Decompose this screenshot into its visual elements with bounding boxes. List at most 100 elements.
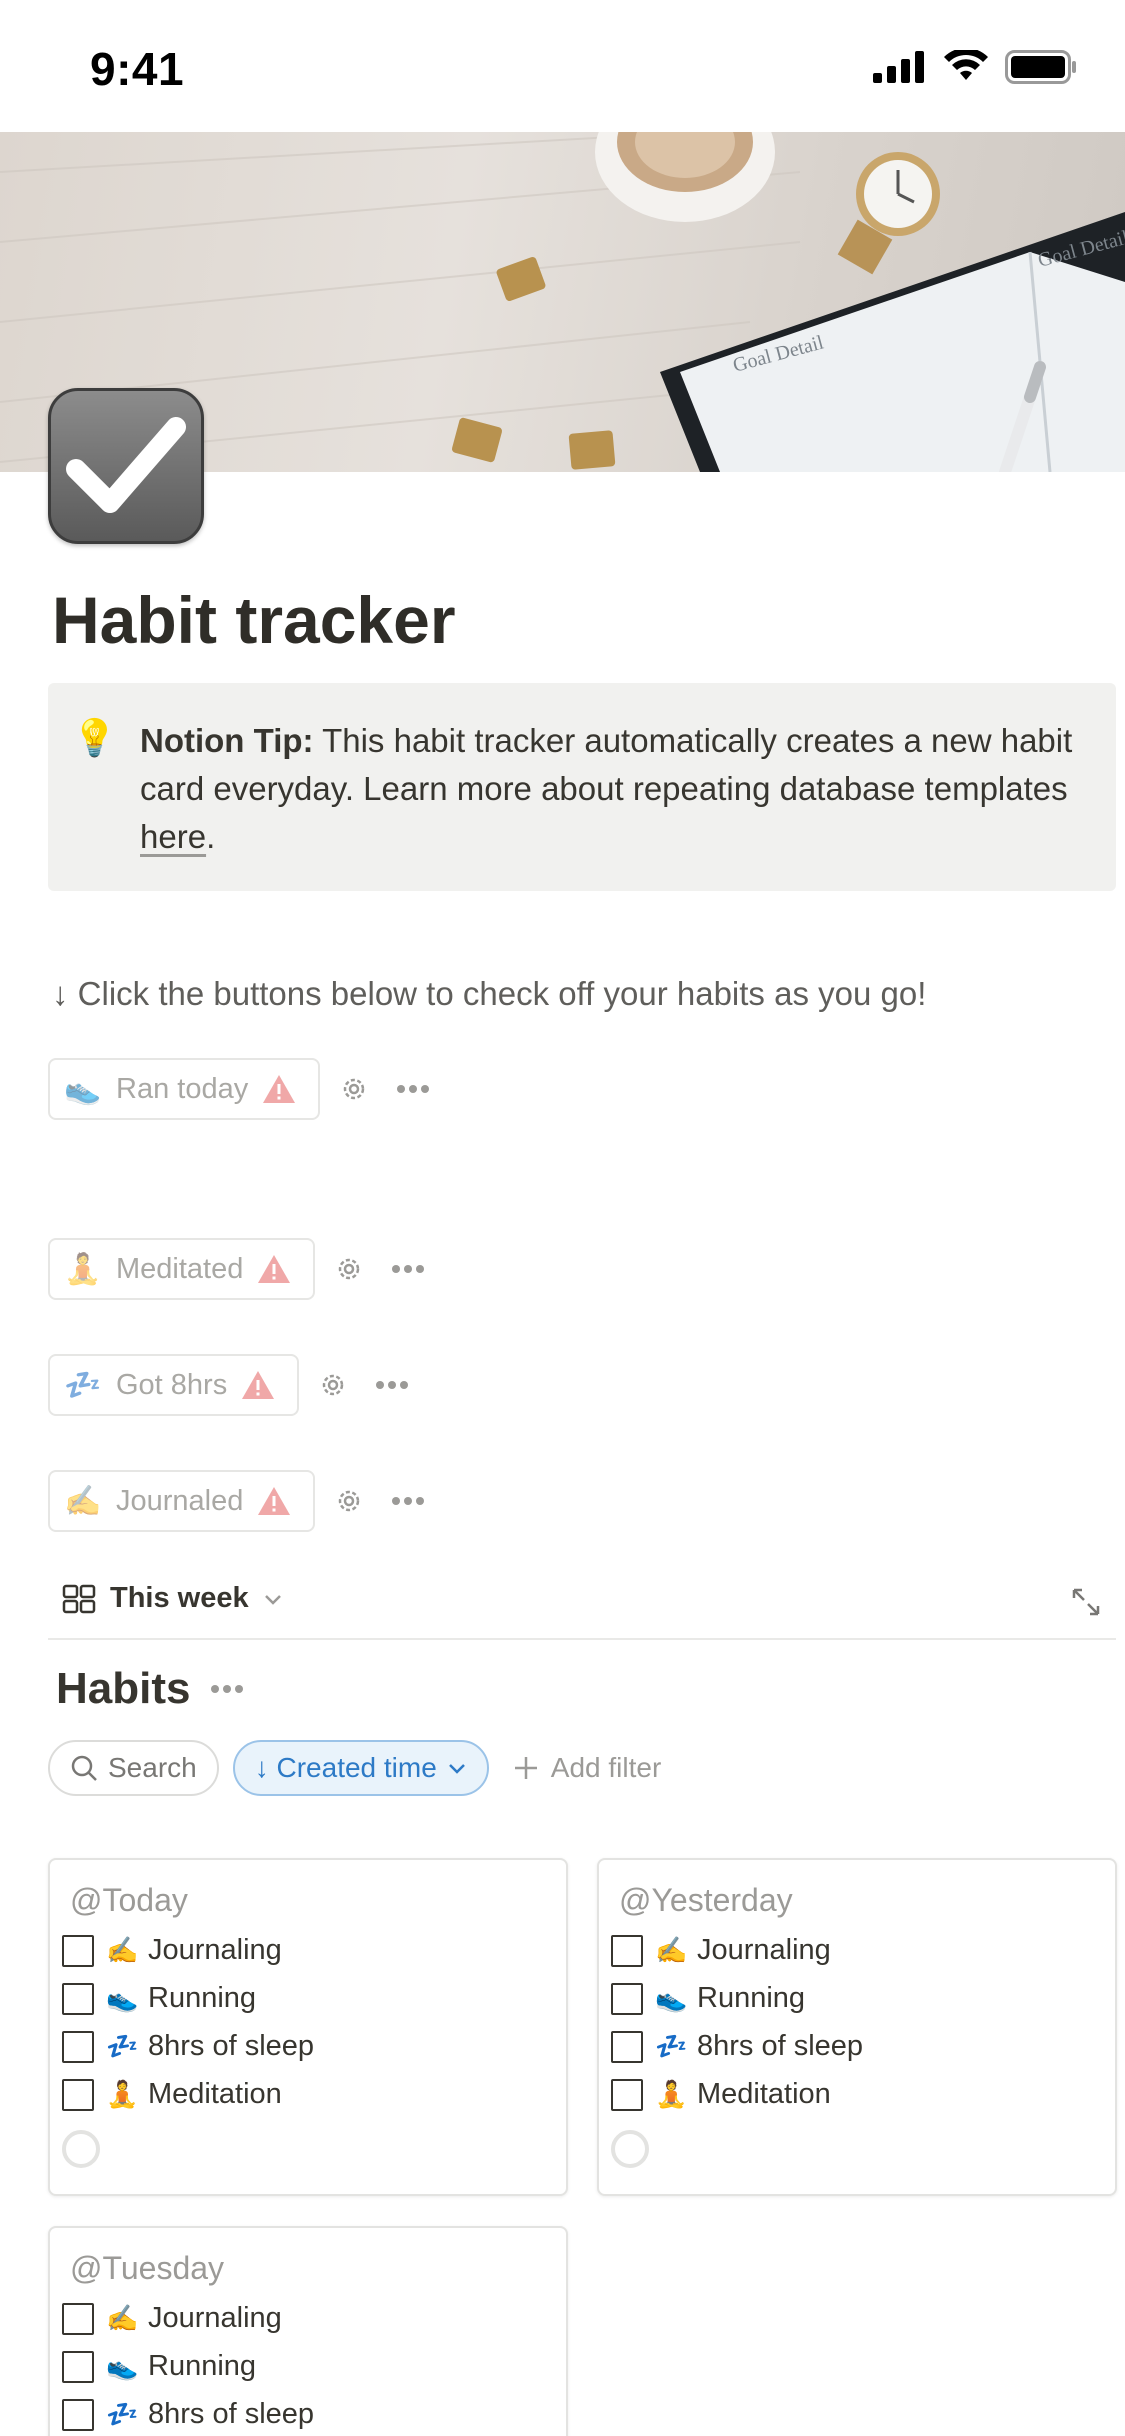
checklist-item: 👟 Running (62, 1982, 256, 2015)
checkbox[interactable] (62, 1982, 94, 2015)
button-controls (340, 1075, 430, 1103)
notion-tip-callout: 💡 Notion Tip: This habit tracker automat… (48, 683, 1116, 891)
checklist-item: 👟 Running (611, 1982, 805, 2015)
checkbox-icon (48, 388, 204, 544)
view-tab-this-week[interactable]: This week (62, 1582, 283, 1615)
gear-icon[interactable] (335, 1255, 363, 1283)
writing-hand-icon: ✍️ (655, 1935, 688, 1965)
sleep-icon: 💤 (655, 2031, 688, 2061)
checkbox[interactable] (62, 2078, 94, 2111)
checklist-item: 🧘 Meditation (62, 2078, 282, 2111)
checkbox[interactable] (611, 2030, 643, 2063)
card-title: @Yesterday (619, 1882, 793, 1918)
page-title: Habit tracker (52, 583, 456, 657)
item-label: 8hrs of sleep (148, 2030, 315, 2062)
meditation-icon: 🧘 (655, 2079, 688, 2109)
item-label: Running (148, 2350, 257, 2382)
callout-suffix: . (206, 818, 216, 855)
more-icon[interactable] (391, 1264, 425, 1274)
gear-icon[interactable] (340, 1075, 368, 1103)
more-icon[interactable] (375, 1380, 409, 1390)
button-label: Meditated (116, 1252, 244, 1285)
button-controls (319, 1371, 409, 1399)
item-label: Meditation (148, 2078, 282, 2110)
add-filter-button[interactable]: Add filter (513, 1752, 662, 1784)
habit-card[interactable]: @Tuesday ✍️ Journaling 👟 Running 💤 8hrs … (48, 2226, 568, 2436)
checkbox[interactable] (611, 1934, 643, 1967)
more-icon[interactable] (210, 1684, 244, 1694)
habit-button-row: 👟 Ran today (48, 1058, 430, 1120)
gear-icon[interactable] (319, 1371, 347, 1399)
got-8hrs-button[interactable]: 💤 Got 8hrs (48, 1354, 300, 1416)
search-icon (71, 1755, 97, 1781)
habit-card[interactable]: @Today ✍️ Journaling 👟 Running 💤 8hrs of… (48, 1858, 568, 2196)
meditated-button[interactable]: 🧘 Meditated (48, 1238, 316, 1300)
habit-card[interactable]: @Yesterday ✍️ Journaling 👟 Running 💤 8hr… (597, 1858, 1117, 2196)
button-controls (335, 1255, 425, 1283)
plus-icon (514, 1757, 537, 1779)
lightbulb-icon: 💡 (72, 717, 117, 758)
database-title[interactable]: Habits (56, 1664, 190, 1714)
sneaker-icon: 👟 (106, 2351, 139, 2381)
item-label: Journaling (697, 1934, 831, 1966)
callout-link[interactable]: here (140, 818, 206, 855)
wifi-icon (944, 50, 988, 80)
status-circle-icon (611, 2130, 649, 2168)
checklist-item: 💤 8hrs of sleep (62, 2030, 314, 2063)
more-icon[interactable] (396, 1084, 430, 1094)
search-button[interactable]: Search (48, 1740, 219, 1796)
checkbox[interactable] (62, 2350, 94, 2383)
button-label: Ran today (116, 1072, 249, 1105)
gallery-icon (62, 1584, 96, 1613)
sneaker-icon: 👟 (655, 1983, 688, 2013)
status-time: 9:41 (90, 43, 185, 95)
checklist-item: 👟 Running (62, 2350, 256, 2383)
ran-today-button[interactable]: 👟 Ran today (48, 1058, 321, 1120)
warning-icon (263, 1075, 296, 1103)
meditation-icon: 🧘 (106, 2079, 139, 2109)
checkbox[interactable] (62, 2302, 94, 2335)
battery-icon (1005, 50, 1076, 84)
more-icon[interactable] (391, 1496, 425, 1506)
item-label: Running (697, 1982, 806, 2014)
warning-icon (258, 1255, 291, 1283)
button-label: Journaled (116, 1484, 244, 1517)
checklist-item: 💤 8hrs of sleep (611, 2030, 863, 2063)
sleep-icon: 💤 (106, 2399, 139, 2429)
checkbox[interactable] (611, 2078, 643, 2111)
warning-icon (242, 1371, 275, 1399)
chevron-down-icon (448, 1764, 465, 1774)
card-title: @Today (70, 1882, 188, 1918)
checklist-item: ✍️ Journaling (62, 1934, 282, 1967)
button-label: Got 8hrs (116, 1368, 228, 1401)
item-label: Meditation (697, 2078, 831, 2110)
search-label: Search (108, 1752, 197, 1783)
checklist-item: ✍️ Journaling (62, 2302, 282, 2335)
checkbox[interactable] (62, 2398, 94, 2431)
expand-icon[interactable] (1070, 1586, 1102, 1618)
checklist-item: 💤 8hrs of sleep (62, 2398, 314, 2431)
sort-created-time-button[interactable]: ↓ Created time (232, 1740, 489, 1796)
writing-hand-icon: ✍️ (106, 2303, 139, 2333)
database-header: Habits (56, 1664, 244, 1714)
status-circle-icon (62, 2130, 100, 2168)
checkbox[interactable] (62, 1934, 94, 1967)
writing-hand-icon: ✍️ (64, 1484, 102, 1518)
button-controls (335, 1487, 425, 1515)
item-label: 8hrs of sleep (697, 2030, 864, 2062)
signal-icon (873, 51, 924, 83)
item-label: Running (148, 1982, 257, 2014)
habit-button-row: 💤 Got 8hrs (48, 1354, 409, 1416)
checkbox[interactable] (62, 2030, 94, 2063)
add-filter-label: Add filter (550, 1752, 662, 1783)
gear-icon[interactable] (335, 1487, 363, 1515)
item-label: 8hrs of sleep (148, 2398, 315, 2430)
sneaker-icon: 👟 (64, 1072, 102, 1106)
sneaker-icon: 👟 (106, 1983, 139, 2013)
filter-row: Search ↓ Created time Add filter (48, 1740, 661, 1796)
sleep-icon: 💤 (64, 1368, 102, 1402)
journaled-button[interactable]: ✍️ Journaled (48, 1470, 316, 1532)
sort-label: ↓ Created time (254, 1752, 437, 1783)
item-label: Journaling (148, 1934, 282, 1966)
checkbox[interactable] (611, 1982, 643, 2015)
